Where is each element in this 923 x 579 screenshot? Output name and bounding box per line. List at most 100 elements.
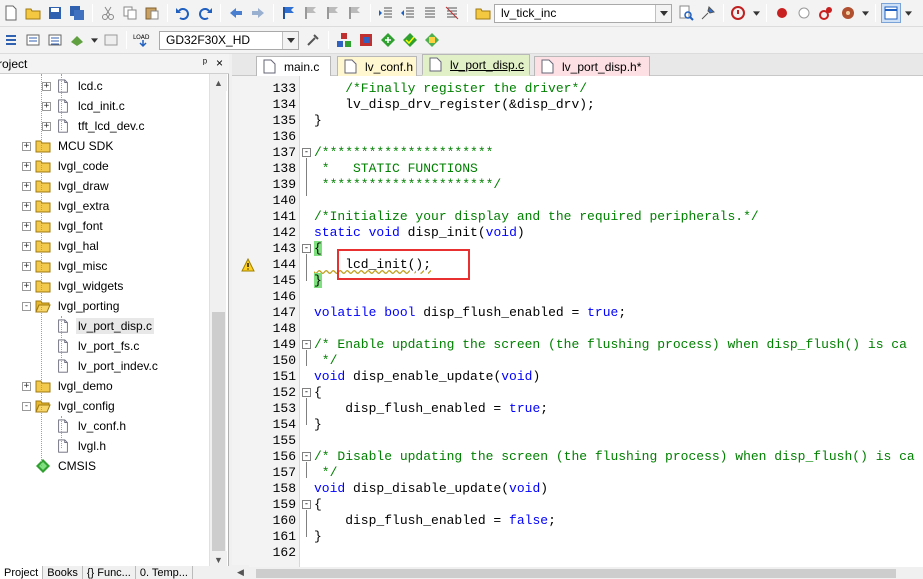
- chevron-down-icon[interactable]: [903, 3, 913, 23]
- scroll-up-icon[interactable]: ▲: [210, 74, 227, 91]
- editor-tab[interactable]: lv_conf.h: [337, 56, 417, 76]
- tree-item[interactable]: - lvgl_config: [22, 396, 117, 416]
- open-folder-icon[interactable]: [23, 3, 43, 23]
- panel-tab[interactable]: {} Func...: [83, 566, 136, 579]
- chevron-down-icon[interactable]: [655, 4, 671, 22]
- expand-icon[interactable]: +: [22, 221, 31, 231]
- editor-tab[interactable]: lv_port_disp.h*: [534, 56, 650, 76]
- debug-icon[interactable]: [729, 3, 749, 23]
- tree-item[interactable]: + lvgl_font: [22, 216, 105, 236]
- expand-icon[interactable]: +: [22, 261, 31, 271]
- forward-icon[interactable]: [248, 3, 268, 23]
- indent-icon[interactable]: [376, 3, 396, 23]
- download-button[interactable]: LOAD: [132, 30, 154, 50]
- editor-tab[interactable]: lv_port_disp.c: [422, 54, 530, 76]
- expand-icon[interactable]: +: [22, 201, 31, 211]
- save-icon[interactable]: [45, 3, 65, 23]
- expand-icon[interactable]: +: [42, 121, 51, 131]
- tree-item[interactable]: + MCU SDK: [22, 136, 115, 156]
- pack-installer-icon[interactable]: [378, 30, 398, 50]
- find-icon[interactable]: [676, 3, 696, 23]
- window-icon[interactable]: [881, 3, 901, 23]
- tree-item[interactable]: lv_port_fs.c: [42, 336, 141, 356]
- expand-icon[interactable]: +: [42, 81, 51, 91]
- panel-tab[interactable]: Books: [43, 566, 83, 579]
- fold-toggle-icon[interactable]: -: [302, 340, 311, 349]
- fold-toggle-icon[interactable]: -: [302, 500, 311, 509]
- chevron-down-icon[interactable]: [89, 30, 99, 50]
- tree-item[interactable]: + lvgl_extra: [22, 196, 111, 216]
- fold-toggle-icon[interactable]: -: [302, 244, 311, 253]
- tree-item[interactable]: CMSIS: [22, 456, 98, 476]
- back-icon[interactable]: [226, 3, 246, 23]
- tree-item[interactable]: lv_port_disp.c: [42, 316, 155, 336]
- kill-breakpoints-icon[interactable]: [816, 3, 836, 23]
- collapse-icon[interactable]: -: [22, 401, 31, 411]
- editor-horizontal-scrollbar[interactable]: ◀: [232, 565, 923, 579]
- undo-icon[interactable]: [173, 3, 193, 23]
- tree-item[interactable]: lv_port_indev.c: [42, 356, 160, 376]
- tree-item[interactable]: lv_conf.h: [42, 416, 128, 436]
- bookmark-prev-icon[interactable]: [301, 3, 321, 23]
- scroll-left-icon[interactable]: ◀: [232, 565, 249, 579]
- expand-icon[interactable]: +: [22, 141, 31, 151]
- close-icon[interactable]: ×: [216, 56, 223, 70]
- collapse-icon[interactable]: -: [22, 301, 31, 311]
- find-in-files-icon[interactable]: [473, 3, 493, 23]
- chevron-down-icon[interactable]: [860, 3, 870, 23]
- tree-item[interactable]: + tft_lcd_dev.c: [42, 116, 146, 136]
- chevron-down-icon[interactable]: [282, 31, 298, 49]
- build-icon[interactable]: [23, 30, 43, 50]
- bookmark-clear-icon[interactable]: [345, 3, 365, 23]
- select-packs-icon[interactable]: [400, 30, 420, 50]
- file-extensions-icon[interactable]: [356, 30, 376, 50]
- cut-icon[interactable]: [98, 3, 118, 23]
- settings-icon[interactable]: [838, 3, 858, 23]
- tree-item[interactable]: + lvgl_misc: [22, 256, 109, 276]
- fold-toggle-icon[interactable]: -: [302, 388, 311, 397]
- tree-item[interactable]: + lcd.c: [42, 76, 105, 96]
- tree-item[interactable]: lvgl.h: [42, 436, 108, 456]
- code-editor[interactable]: 133 /*Finally register the driver*/134 l…: [232, 76, 923, 567]
- scroll-thumb[interactable]: [212, 312, 225, 552]
- tree-item[interactable]: + lvgl_demo: [22, 376, 115, 396]
- bookmark-icon[interactable]: [279, 3, 299, 23]
- expand-icon[interactable]: +: [42, 101, 51, 111]
- translate-icon[interactable]: [1, 30, 21, 50]
- panel-tab[interactable]: 0. Temp...: [136, 566, 193, 579]
- scroll-thumb[interactable]: [256, 569, 896, 578]
- rebuild-icon[interactable]: [45, 30, 65, 50]
- breakpoint-icon[interactable]: [772, 3, 792, 23]
- expand-icon[interactable]: +: [22, 281, 31, 291]
- fold-toggle-icon[interactable]: -: [302, 148, 311, 157]
- options-icon[interactable]: [303, 30, 323, 50]
- comment-icon[interactable]: [420, 3, 440, 23]
- breakpoint-disable-icon[interactable]: [794, 3, 814, 23]
- tree-item[interactable]: + lvgl_hal: [22, 236, 101, 256]
- new-file-icon[interactable]: [1, 3, 21, 23]
- tree-item[interactable]: + lvgl_draw: [22, 176, 111, 196]
- expand-icon[interactable]: +: [22, 381, 31, 391]
- manage-components-icon[interactable]: [334, 30, 354, 50]
- bookmark-next-icon[interactable]: [323, 3, 343, 23]
- batch-build-icon[interactable]: [67, 30, 87, 50]
- unindent-icon[interactable]: [398, 3, 418, 23]
- tree-vertical-scrollbar[interactable]: ▲ ▼: [209, 74, 227, 568]
- paste-icon[interactable]: [142, 3, 162, 23]
- fold-toggle-icon[interactable]: -: [302, 452, 311, 461]
- save-all-icon[interactable]: [67, 3, 87, 23]
- expand-icon[interactable]: +: [22, 181, 31, 191]
- tree-item[interactable]: + lvgl_widgets: [22, 276, 125, 296]
- redo-icon[interactable]: [195, 3, 215, 23]
- function-combo[interactable]: lv_tick_inc: [494, 3, 672, 23]
- copy-icon[interactable]: [120, 3, 140, 23]
- chevron-down-icon[interactable]: [751, 3, 761, 23]
- panel-tab[interactable]: Project: [0, 566, 44, 579]
- uncomment-icon[interactable]: [442, 3, 462, 23]
- target-combo[interactable]: GD32F30X_HD: [159, 30, 299, 50]
- tree-item[interactable]: + lcd_init.c: [42, 96, 127, 116]
- pin-icon[interactable]: ᵖ: [203, 57, 207, 69]
- rte-icon[interactable]: [422, 30, 442, 50]
- tree-item[interactable]: - lvgl_porting: [22, 296, 121, 316]
- tree-item[interactable]: + lvgl_code: [22, 156, 111, 176]
